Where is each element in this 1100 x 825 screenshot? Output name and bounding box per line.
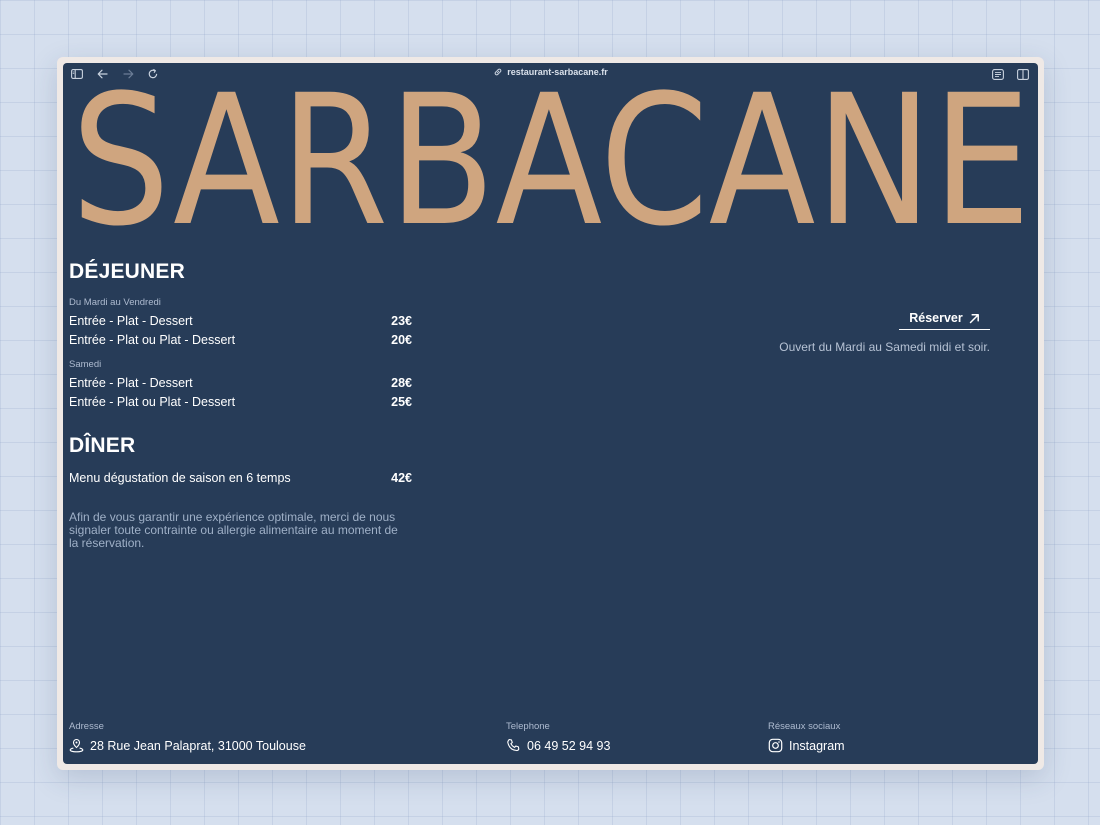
arrow-left-icon[interactable]: [95, 67, 109, 81]
phone-icon: [507, 738, 520, 752]
phone-text: 06 49 52 94 93: [527, 738, 611, 753]
menu-row: Entrée - Plat ou Plat - Dessert 25€: [69, 395, 412, 411]
menu-item-name: Entrée - Plat ou Plat - Dessert: [69, 395, 236, 409]
menu-row: Entrée - Plat ou Plat - Dessert 20€: [69, 333, 412, 349]
allergy-note: Afin de vous garantir une expérience opt…: [69, 510, 398, 550]
reserve-button-label: Réserver: [909, 311, 963, 325]
url-text: restaurant-sarbacane.fr: [507, 67, 608, 77]
address-value[interactable]: 28 Rue Jean Palaprat, 31000 Toulouse: [69, 738, 306, 753]
reload-icon[interactable]: [146, 67, 160, 81]
social-label: Réseaux sociaux: [768, 721, 841, 732]
menu-item-price: 42€: [391, 471, 412, 485]
map-pin-icon: [69, 738, 84, 753]
menu-item-name: Entrée - Plat ou Plat - Dessert: [69, 333, 236, 347]
menu-row: Entrée - Plat - Dessert 23€: [69, 314, 412, 330]
lunch-group-label-saturday: Samedi: [69, 359, 102, 370]
arrow-up-right-icon: [969, 314, 979, 324]
address-label: Adresse: [69, 721, 104, 732]
brand-logo: SARBACANE: [71, 89, 1031, 229]
reserve-button[interactable]: Réserver: [899, 311, 990, 330]
phone-value[interactable]: 06 49 52 94 93: [506, 738, 610, 753]
lunch-title: DÉJEUNER: [69, 260, 185, 283]
address-text: 28 Rue Jean Palaprat, 31000 Toulouse: [90, 738, 306, 753]
sidebar-icon[interactable]: [70, 67, 84, 81]
menu-item-name: Entrée - Plat - Dessert: [69, 376, 193, 390]
arrow-right-icon[interactable]: [121, 67, 135, 81]
menu-item-price: 28€: [391, 376, 412, 390]
brand-logo-text: SARBACANE: [71, 89, 1031, 229]
menu-item-price: 23€: [391, 314, 412, 328]
phone-label: Telephone: [506, 721, 550, 732]
menu-row: Menu dégustation de saison en 6 temps 42…: [69, 471, 412, 487]
opening-hours: Ouvert du Mardi au Samedi midi et soir.: [779, 340, 990, 354]
menu-item-name: Entrée - Plat - Dessert: [69, 314, 193, 328]
reader-icon[interactable]: [991, 67, 1005, 81]
dinner-title: DÎNER: [69, 434, 136, 457]
link-icon: [494, 68, 502, 76]
address-bar: restaurant-sarbacane.fr: [63, 67, 1038, 77]
menu-item-price: 20€: [391, 333, 412, 347]
split-view-icon[interactable]: [1016, 67, 1030, 81]
browser-window: restaurant-sarbacane.fr SARBACANE DÉJEUN…: [63, 63, 1038, 764]
instagram-link[interactable]: Instagram: [768, 738, 845, 753]
instagram-text: Instagram: [789, 738, 845, 753]
menu-item-price: 25€: [391, 395, 412, 409]
menu-row: Entrée - Plat - Dessert 28€: [69, 376, 412, 392]
url-field[interactable]: restaurant-sarbacane.fr: [493, 67, 608, 77]
instagram-icon: [768, 738, 783, 753]
lunch-group-label-weekdays: Du Mardi au Vendredi: [69, 297, 161, 308]
menu-item-name: Menu dégustation de saison en 6 temps: [69, 471, 291, 485]
browser-toolbar: restaurant-sarbacane.fr: [63, 63, 1038, 85]
